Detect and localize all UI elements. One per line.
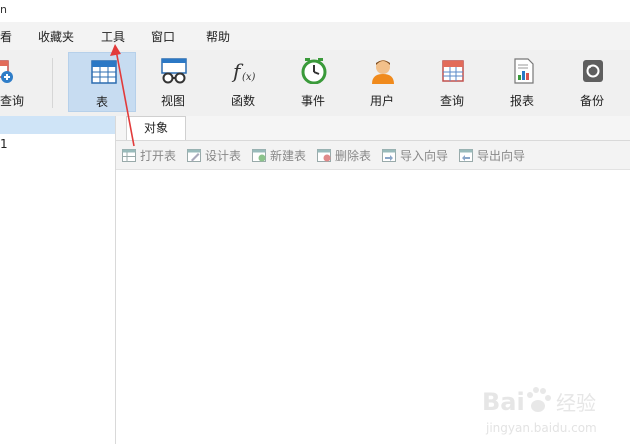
backup-icon [583,60,603,82]
export-wizard-button[interactable]: 导出向导 [459,147,525,163]
new-table-label: 新建表 [270,149,307,163]
tab-strip: 对象 [116,116,630,141]
new-table-icon [252,149,266,162]
toolbar-event-label: 事件 [300,94,325,108]
svg-text:(x): (x) [242,72,256,83]
toolbar-backup-label: 备份 [579,94,604,108]
toolbar-table-label: 表 [95,95,108,109]
menu-tools[interactable]: 工具 [101,28,125,45]
delete-table-button[interactable]: 删除表 [317,147,371,163]
toolbar-report-button[interactable]: 报表 [488,52,556,112]
view-glasses-icon [161,58,187,84]
user-icon [372,60,394,84]
toolbar-function-button[interactable]: f (x) 函数 [209,52,277,112]
open-table-label: 打开表 [140,149,177,163]
import-wizard-icon [382,149,396,162]
toolbar-query-button[interactable]: 查询 [418,52,486,112]
design-table-icon [187,149,201,162]
object-toolbar: 打开表 设计表 新建表 删除表 导入向导 导出向导 [116,141,630,170]
watermark-brand-suffix: 经验 [556,391,596,415]
toolbar-user-label: 用户 [369,94,394,108]
toolbar-separator [52,58,53,108]
tree-item[interactable]: 1 [0,137,8,151]
toolbar-view-button[interactable]: 视图 [139,52,207,112]
import-wizard-label: 导入向导 [400,149,449,163]
title-bar: n [0,0,630,22]
main-toolbar: 查询 表 视图 f (x) 函数 事件 用户 查询 报表 备份 [0,50,630,117]
baidu-jingyan-watermark: Bai 经验 jingyan.baidu.com [482,387,597,435]
menu-bar: 看 收藏夹 工具 窗口 帮助 [0,22,630,50]
tab-objects[interactable]: 对象 [126,116,186,140]
report-icon [514,58,534,84]
open-table-button[interactable]: 打开表 [122,147,176,163]
connection-tree: 1 [0,116,116,444]
design-table-label: 设计表 [205,149,242,163]
open-table-icon [122,149,136,162]
window-title: n [0,3,7,16]
menu-help[interactable]: 帮助 [206,28,230,45]
query-table-plus-icon [0,60,13,83]
export-wizard-icon [459,149,473,162]
menu-favorites[interactable]: 收藏夹 [38,28,74,45]
menu-window[interactable]: 窗口 [151,28,175,45]
toolbar-backup-button[interactable]: 备份 [558,52,626,112]
toolbar-user-button[interactable]: 用户 [348,52,416,112]
import-wizard-button[interactable]: 导入向导 [382,147,448,163]
toolbar-query-label: 查询 [439,94,464,108]
toolbar-view-label: 视图 [160,94,185,108]
delete-table-label: 删除表 [335,149,372,163]
toolbar-report-label: 报表 [509,94,534,108]
toolbar-query-partial-label: 查询 [0,94,25,108]
menu-view[interactable]: 看 [0,28,12,45]
watermark-url: jingyan.baidu.com [485,421,597,435]
toolbar-function-label: 函数 [230,94,255,108]
function-fx-icon: f (x) [231,59,256,83]
toolbar-event-button[interactable]: 事件 [279,52,347,112]
design-table-button[interactable]: 设计表 [187,147,241,163]
toolbar-table-button[interactable]: 表 [68,52,136,112]
export-wizard-label: 导出向导 [477,149,526,163]
delete-table-icon [317,149,331,162]
watermark-brand: Bai [482,388,525,416]
query-icon [442,60,464,82]
clock-icon [301,58,327,84]
paw-icon [527,387,551,412]
selected-tree-item[interactable] [0,116,115,134]
new-table-button[interactable]: 新建表 [252,147,306,163]
table-icon [91,60,117,84]
toolbar-query-partial-button[interactable]: 查询 [0,52,34,112]
